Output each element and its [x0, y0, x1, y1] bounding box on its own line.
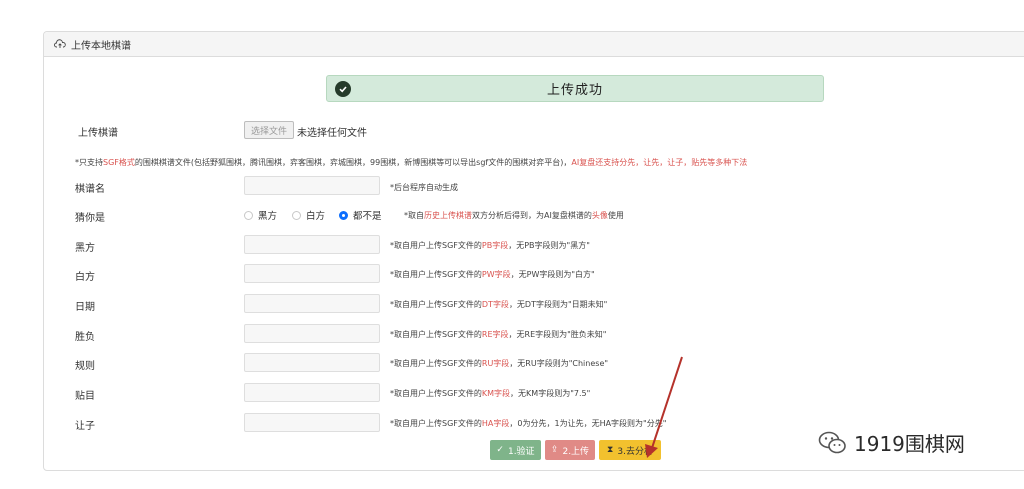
annotation-arrow	[645, 356, 683, 458]
watermark-text: 1919围棋网	[854, 432, 965, 456]
wechat-icon	[818, 430, 848, 456]
watermark: 1919围棋网	[818, 428, 965, 457]
